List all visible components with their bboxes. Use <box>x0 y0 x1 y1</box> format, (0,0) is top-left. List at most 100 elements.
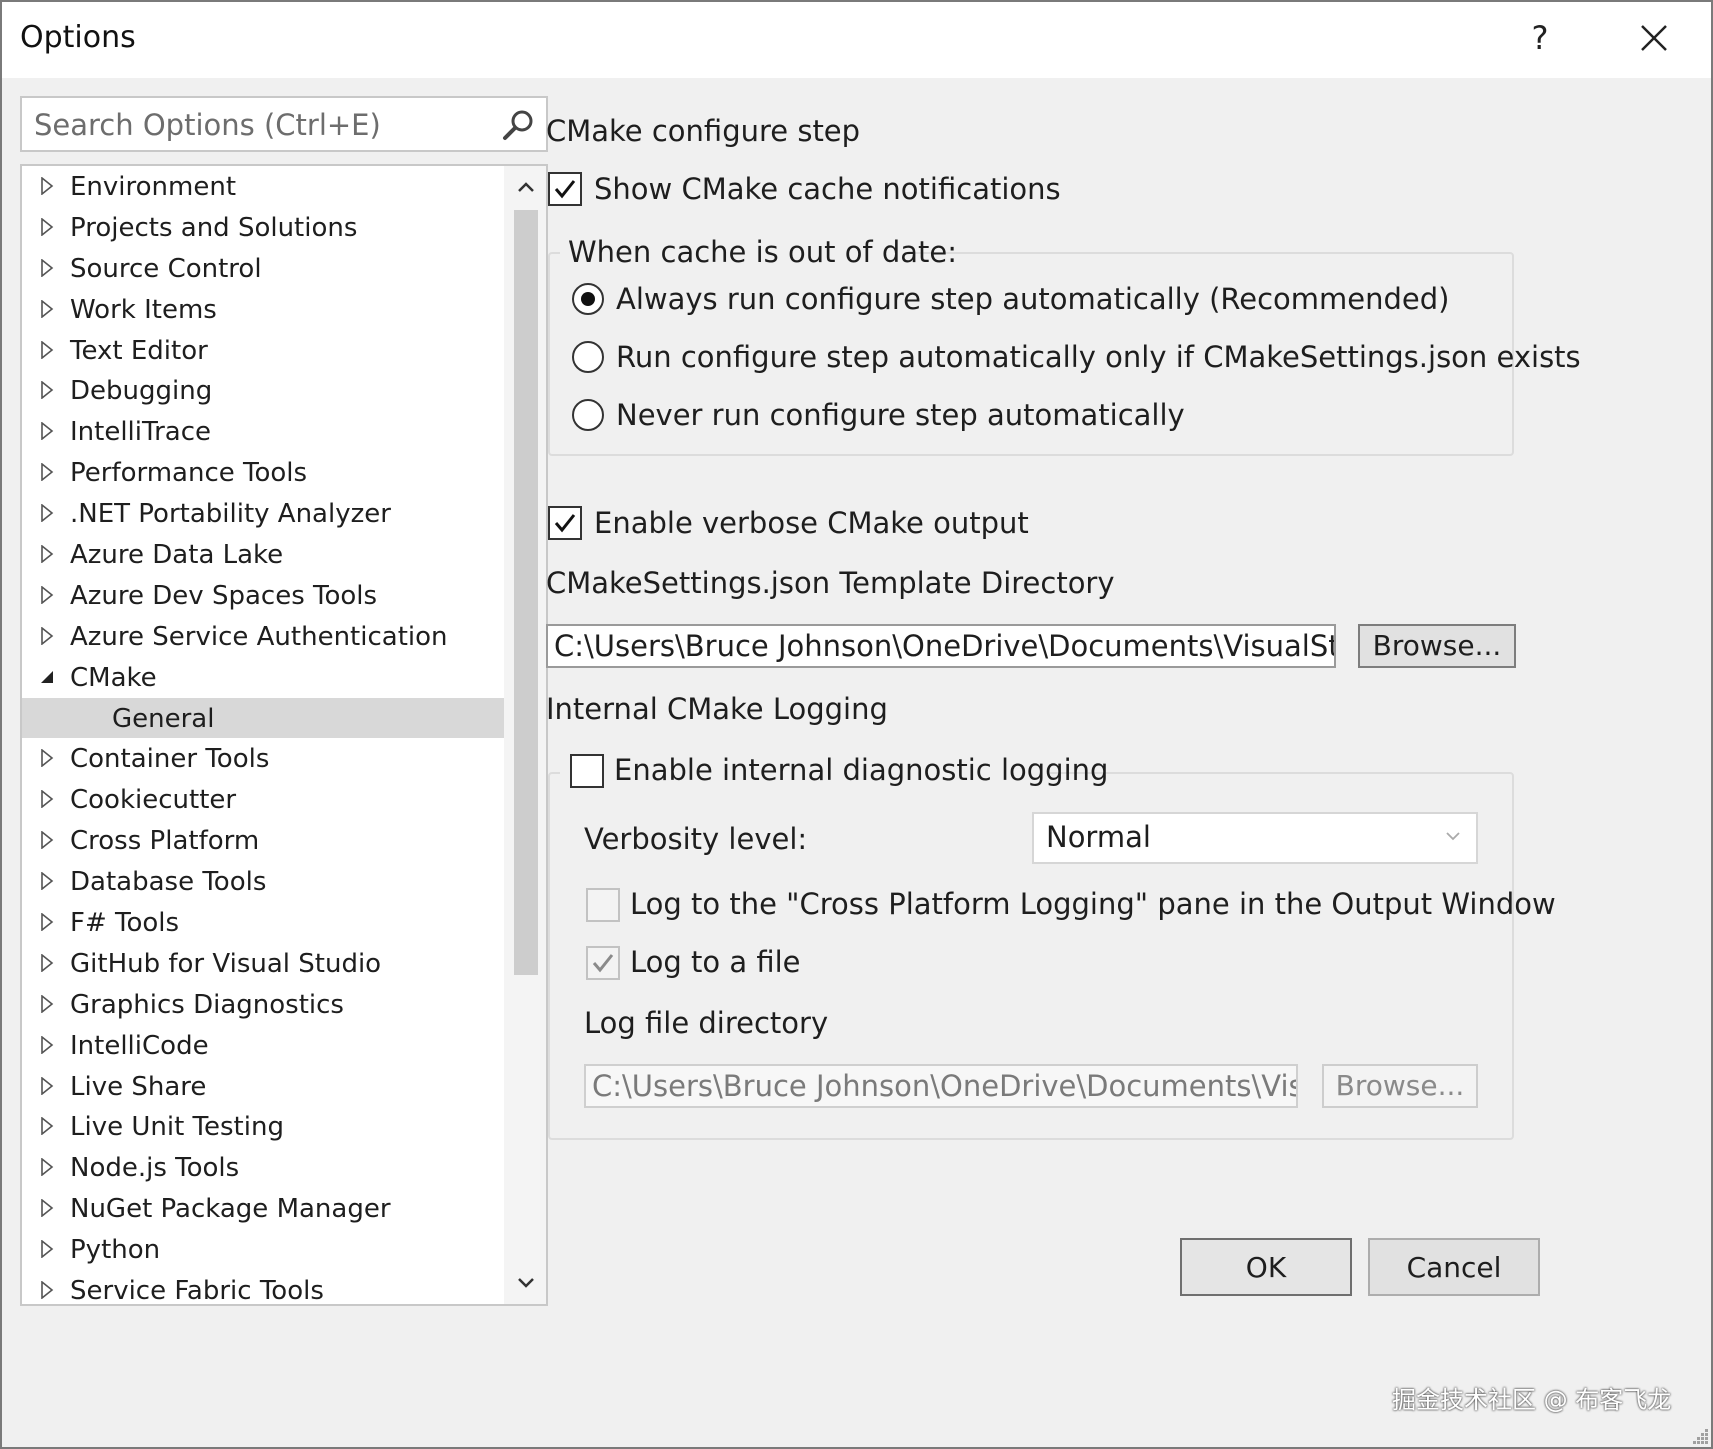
options-tree[interactable]: Environment Projects and Solutions Source … <box>20 164 548 1306</box>
tree-item-label: Projects and Solutions <box>70 212 358 243</box>
radio-selected-dot <box>581 292 595 306</box>
tree-item[interactable]: IntelliCode <box>22 1025 504 1066</box>
collapsed-triangle-icon[interactable] <box>40 1199 54 1218</box>
collapsed-triangle-icon[interactable] <box>40 504 54 523</box>
template-heading: CMakeSettings.json Template Directory <box>546 566 1115 600</box>
scroll-up-icon[interactable] <box>512 174 540 202</box>
tree-item-label: Live Unit Testing <box>70 1112 284 1143</box>
tree-item[interactable]: Azure Data Lake <box>22 534 504 575</box>
tree-item[interactable]: Container Tools <box>22 738 504 779</box>
tree-item-label: IntelliTrace <box>70 417 211 448</box>
verbose-output-checkbox[interactable] <box>548 506 582 540</box>
template-directory-field[interactable]: C:\Users\Bruce Johnson\OneDrive\Document… <box>546 624 1336 668</box>
tree-item[interactable]: Projects and Solutions <box>22 207 504 248</box>
tree-item[interactable]: Live Unit Testing <box>22 1106 504 1147</box>
tree-item[interactable]: Source Control <box>22 248 504 289</box>
close-button[interactable] <box>1632 16 1676 60</box>
log-dir-label: Log file directory <box>584 1006 829 1040</box>
tree-item-label: Database Tools <box>70 867 267 898</box>
tree-item-label: CMake <box>70 662 157 693</box>
collapsed-triangle-icon[interactable] <box>40 913 54 932</box>
collapsed-triangle-icon[interactable] <box>40 1076 54 1095</box>
collapsed-triangle-icon[interactable] <box>40 217 54 236</box>
ok-button[interactable]: OK <box>1180 1238 1352 1296</box>
collapsed-triangle-icon[interactable] <box>40 422 54 441</box>
tree-item[interactable]: Service Fabric Tools <box>22 1270 504 1304</box>
scroll-thumb[interactable] <box>514 210 538 975</box>
tree-item-label: Python <box>70 1235 161 1266</box>
log-browse-button[interactable]: Browse... <box>1322 1064 1478 1108</box>
tree-item[interactable]: F# Tools <box>22 902 504 943</box>
collapsed-triangle-icon[interactable] <box>40 749 54 768</box>
log-directory-field[interactable]: C:\Users\Bruce Johnson\OneDrive\Document… <box>584 1064 1298 1108</box>
tree-item[interactable]: Azure Service Authentication <box>22 616 504 657</box>
expanded-triangle-icon[interactable] <box>40 668 54 686</box>
show-notifications-checkbox[interactable] <box>548 172 582 206</box>
resize-grip-icon[interactable] <box>1690 1426 1710 1446</box>
collapsed-triangle-icon[interactable] <box>40 953 54 972</box>
radio-only-if-exists-label: Run configure step automatically only if… <box>616 340 1581 374</box>
tree-item[interactable]: CMake <box>22 657 504 698</box>
collapsed-triangle-icon[interactable] <box>40 626 54 645</box>
tree-item-label: .NET Portability Analyzer <box>70 499 391 530</box>
collapsed-triangle-icon[interactable] <box>40 585 54 604</box>
scroll-down-icon[interactable] <box>512 1268 540 1296</box>
collapsed-triangle-icon[interactable] <box>40 994 54 1013</box>
collapsed-triangle-icon[interactable] <box>40 1035 54 1054</box>
collapsed-triangle-icon[interactable] <box>40 463 54 482</box>
log-to-file-checkbox[interactable] <box>586 946 620 980</box>
log-to-pane-checkbox[interactable] <box>586 888 620 922</box>
collapsed-triangle-icon[interactable] <box>40 299 54 318</box>
cancel-button[interactable]: Cancel <box>1368 1238 1540 1296</box>
tree-item[interactable]: Live Share <box>22 1066 504 1107</box>
tree-child-item[interactable]: General <box>22 697 504 739</box>
verbosity-select[interactable]: Normal <box>1032 812 1478 864</box>
radio-never[interactable] <box>572 399 604 431</box>
collapsed-triangle-icon[interactable] <box>40 1281 54 1300</box>
help-button[interactable]: ? <box>1520 16 1560 60</box>
tree-item-label: NuGet Package Manager <box>70 1194 391 1225</box>
tree-item[interactable]: Node.js Tools <box>22 1147 504 1188</box>
collapsed-triangle-icon[interactable] <box>40 1240 54 1259</box>
tree-item-label: GitHub for Visual Studio <box>70 948 382 979</box>
collapsed-triangle-icon[interactable] <box>40 872 54 891</box>
tree-item[interactable]: Performance Tools <box>22 452 504 493</box>
search-icon[interactable] <box>500 106 538 144</box>
tree-item[interactable]: NuGet Package Manager <box>22 1188 504 1229</box>
collapsed-triangle-icon[interactable] <box>40 1117 54 1136</box>
tree-item[interactable]: Graphics Diagnostics <box>22 984 504 1025</box>
collapsed-triangle-icon[interactable] <box>40 831 54 850</box>
radio-only-if-exists[interactable] <box>572 341 604 373</box>
tree-item[interactable]: Text Editor <box>22 330 504 371</box>
enable-logging-label: Enable internal diagnostic logging <box>614 753 1109 787</box>
collapsed-triangle-icon[interactable] <box>40 381 54 400</box>
tree-item-label: Performance Tools <box>70 458 308 489</box>
collapsed-triangle-icon[interactable] <box>40 545 54 564</box>
tree-scrollbar[interactable] <box>504 166 546 1304</box>
collapsed-triangle-icon[interactable] <box>40 790 54 809</box>
enable-logging-checkbox[interactable] <box>570 754 604 788</box>
tree-item[interactable]: .NET Portability Analyzer <box>22 493 504 534</box>
collapsed-triangle-icon[interactable] <box>40 1158 54 1177</box>
tree-item[interactable]: Cookiecutter <box>22 779 504 820</box>
tree-item[interactable]: Work Items <box>22 289 504 330</box>
tree-item-label: Environment <box>70 172 237 202</box>
collapsed-triangle-icon[interactable] <box>40 177 54 195</box>
collapsed-triangle-icon[interactable] <box>40 340 54 359</box>
tree-item[interactable]: Cross Platform <box>22 820 504 861</box>
search-input[interactable]: Search Options (Ctrl+E) <box>20 96 548 152</box>
tree-item[interactable]: Azure Dev Spaces Tools <box>22 575 504 616</box>
tree-item[interactable]: GitHub for Visual Studio <box>22 943 504 984</box>
collapsed-triangle-icon[interactable] <box>40 258 54 277</box>
tree-item-label: Source Control <box>70 253 262 284</box>
radio-always-label: Always run configure step automatically … <box>616 282 1450 316</box>
title-bar: Options ? <box>2 2 1711 78</box>
tree-item[interactable]: Environment <box>22 166 504 207</box>
tree-item[interactable]: Debugging <box>22 370 504 411</box>
tree-item[interactable]: Database Tools <box>22 861 504 902</box>
template-browse-button[interactable]: Browse... <box>1358 624 1516 668</box>
tree-item[interactable]: Python <box>22 1229 504 1270</box>
radio-always[interactable] <box>572 283 604 315</box>
show-notifications-label: Show CMake cache notifications <box>594 172 1061 206</box>
tree-item[interactable]: IntelliTrace <box>22 411 504 452</box>
